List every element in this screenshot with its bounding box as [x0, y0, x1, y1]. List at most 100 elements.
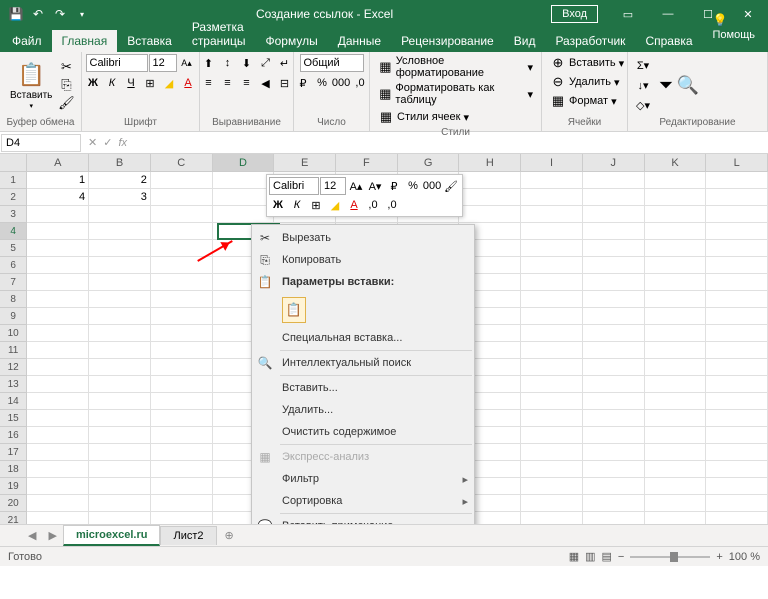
cell[interactable]: [583, 461, 645, 478]
cell[interactable]: [645, 172, 707, 189]
cell[interactable]: [213, 172, 275, 189]
cell[interactable]: [645, 512, 707, 524]
cell[interactable]: [645, 308, 707, 325]
cell[interactable]: [27, 257, 89, 274]
cell[interactable]: [645, 223, 707, 240]
cell[interactable]: [645, 376, 707, 393]
row-header[interactable]: 11: [0, 342, 27, 359]
cell[interactable]: [645, 461, 707, 478]
tab-data[interactable]: Данные: [328, 30, 391, 52]
mini-currency-icon[interactable]: ₽: [385, 177, 403, 195]
font-color-icon[interactable]: A: [179, 74, 197, 92]
cell[interactable]: [645, 393, 707, 410]
cell[interactable]: [89, 223, 151, 240]
cell[interactable]: [645, 342, 707, 359]
cell[interactable]: [583, 512, 645, 524]
cell[interactable]: [459, 189, 521, 206]
find-select-icon[interactable]: 🔍: [680, 77, 696, 93]
cell[interactable]: [27, 223, 89, 240]
ctx-copy[interactable]: ⎘Копировать: [252, 249, 474, 271]
ctx-paste-special[interactable]: Специальная вставка...: [252, 327, 474, 349]
cell[interactable]: [521, 325, 583, 342]
percent-icon[interactable]: %: [313, 74, 331, 92]
mini-format-painter-icon[interactable]: 🖌: [442, 177, 460, 195]
cell[interactable]: [89, 495, 151, 512]
cell[interactable]: [89, 512, 151, 524]
grow-font-icon[interactable]: A▴: [178, 54, 196, 72]
mini-italic-button[interactable]: К: [288, 196, 306, 214]
cell[interactable]: [213, 206, 275, 223]
cell[interactable]: [459, 206, 521, 223]
cell[interactable]: [27, 512, 89, 524]
ctx-filter[interactable]: Фильтр▸: [252, 468, 474, 490]
cell[interactable]: [645, 291, 707, 308]
cell[interactable]: [521, 342, 583, 359]
cell[interactable]: [645, 427, 707, 444]
cell[interactable]: [583, 189, 645, 206]
format-as-table-button[interactable]: ▦Форматировать как таблицу ▾: [376, 81, 535, 107]
cell[interactable]: [583, 359, 645, 376]
cell[interactable]: [706, 240, 768, 257]
column-header[interactable]: F: [336, 154, 398, 172]
cell[interactable]: [706, 342, 768, 359]
tab-review[interactable]: Рецензирование: [391, 30, 504, 52]
cell[interactable]: [151, 376, 213, 393]
row-header[interactable]: 12: [0, 359, 27, 376]
cut-icon[interactable]: ✂: [58, 59, 74, 75]
currency-icon[interactable]: ₽: [294, 74, 312, 92]
column-header[interactable]: A: [27, 154, 89, 172]
cell[interactable]: [645, 410, 707, 427]
cell[interactable]: [89, 410, 151, 427]
conditional-formatting-button[interactable]: ▦Условное форматирование ▾: [376, 54, 535, 80]
row-header[interactable]: 3: [0, 206, 27, 223]
cell[interactable]: [89, 444, 151, 461]
new-sheet-button[interactable]: ⊕: [217, 529, 242, 542]
cell[interactable]: [706, 274, 768, 291]
cell[interactable]: [459, 172, 521, 189]
cell[interactable]: [151, 444, 213, 461]
align-center-icon[interactable]: ≡: [219, 74, 237, 92]
row-header[interactable]: 18: [0, 461, 27, 478]
row-header[interactable]: 9: [0, 308, 27, 325]
cell[interactable]: [521, 257, 583, 274]
cell[interactable]: [521, 478, 583, 495]
cell[interactable]: [706, 189, 768, 206]
column-header[interactable]: B: [89, 154, 151, 172]
font-name-combo[interactable]: Calibri: [86, 54, 148, 72]
tab-formulas[interactable]: Формулы: [255, 30, 327, 52]
cell[interactable]: [583, 172, 645, 189]
redo-icon[interactable]: ↷: [50, 4, 70, 24]
cell[interactable]: [706, 308, 768, 325]
cell[interactable]: [27, 240, 89, 257]
orientation-icon[interactable]: ⤢: [257, 54, 275, 72]
cell[interactable]: [213, 189, 275, 206]
cell[interactable]: [89, 291, 151, 308]
sheet-nav-next[interactable]: ▶: [42, 529, 62, 542]
cell[interactable]: [151, 189, 213, 206]
cell[interactable]: [521, 274, 583, 291]
cell[interactable]: [583, 410, 645, 427]
cell[interactable]: [151, 478, 213, 495]
cell[interactable]: [706, 393, 768, 410]
cell[interactable]: [89, 376, 151, 393]
cell[interactable]: [151, 359, 213, 376]
cell[interactable]: [706, 427, 768, 444]
cell[interactable]: [645, 274, 707, 291]
mini-shrink-font-icon[interactable]: A▾: [366, 177, 384, 195]
mini-font-combo[interactable]: Calibri: [269, 177, 319, 195]
border-icon[interactable]: ⊞: [141, 74, 159, 92]
column-header[interactable]: L: [706, 154, 768, 172]
cell[interactable]: [706, 223, 768, 240]
zoom-out-button[interactable]: −: [618, 551, 624, 563]
ctx-sort[interactable]: Сортировка▸: [252, 490, 474, 512]
ctx-smart-lookup[interactable]: 🔍Интеллектуальный поиск: [252, 352, 474, 374]
sort-filter-icon[interactable]: ⏷: [658, 77, 674, 93]
cell[interactable]: [521, 189, 583, 206]
cell[interactable]: [706, 325, 768, 342]
format-painter-icon[interactable]: 🖌: [58, 95, 74, 111]
cell[interactable]: [89, 308, 151, 325]
cell[interactable]: [521, 172, 583, 189]
cell[interactable]: [521, 495, 583, 512]
cell[interactable]: [89, 325, 151, 342]
ctx-clear-contents[interactable]: Очистить содержимое: [252, 421, 474, 443]
